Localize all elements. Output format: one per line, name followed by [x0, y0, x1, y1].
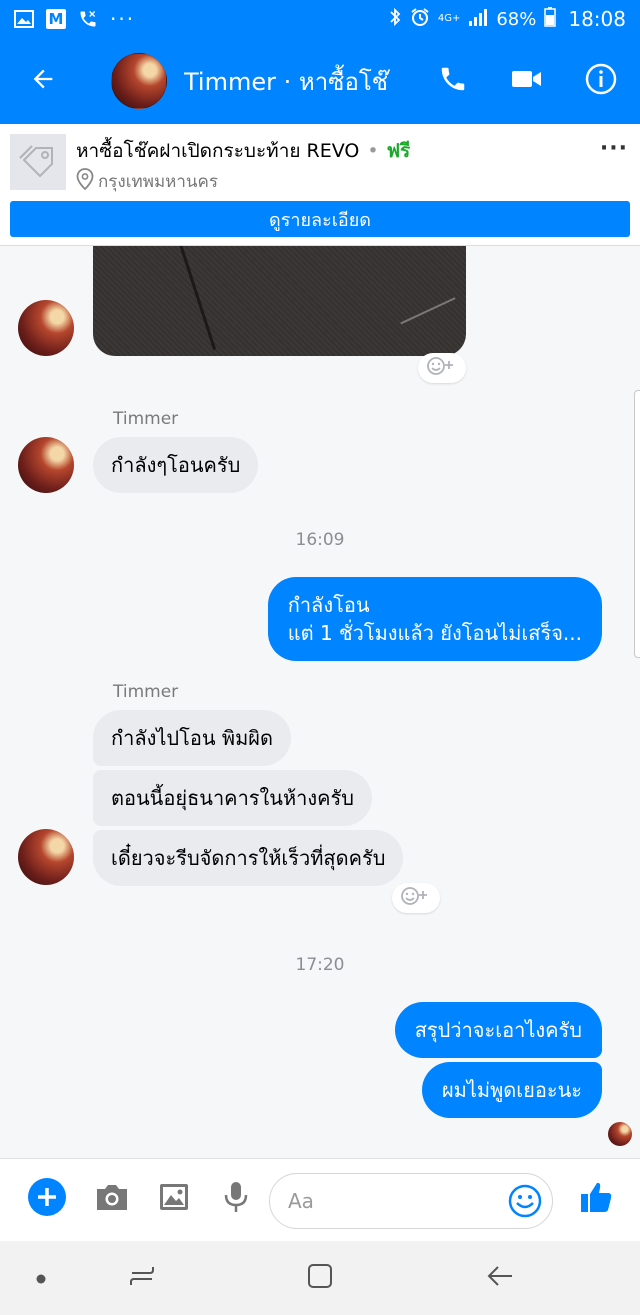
product-location: กรุงเทพมหานคร — [76, 168, 218, 195]
arrow-back-icon — [29, 65, 57, 97]
input-placeholder: Aa — [288, 1189, 314, 1213]
message-timestamp: 17:20 — [295, 955, 345, 975]
battery-icon — [544, 6, 557, 32]
signal-icon — [468, 8, 488, 31]
sender-name: Timmer — [113, 682, 179, 702]
message-composer: Aa — [0, 1158, 640, 1241]
conversation-title[interactable]: Timmer · หาซื้อโช๊ — [184, 62, 396, 101]
home-icon — [306, 1262, 334, 1294]
message-list[interactable]: Timmer กำลังๆโอนครับ 16:09 กำลังโอน แต่ … — [0, 246, 640, 1158]
gallery-button[interactable] — [154, 1179, 194, 1219]
more-actions-button[interactable] — [27, 1177, 67, 1221]
incoming-message[interactable]: ตอนนี้อยุ่ธนาคารในห้างครับ — [93, 770, 372, 826]
video-call-button[interactable] — [490, 38, 564, 124]
nav-dot-button[interactable] — [19, 1256, 63, 1300]
outgoing-message[interactable]: สรุปว่าจะเอาไงครับ — [394, 1002, 602, 1058]
voice-button[interactable] — [216, 1179, 256, 1219]
system-back-button[interactable] — [478, 1256, 522, 1300]
info-icon — [584, 62, 618, 100]
avatar[interactable] — [18, 437, 74, 493]
message-line: กำลังโอน — [287, 593, 370, 617]
video-camera-icon — [511, 67, 543, 95]
info-button[interactable] — [564, 38, 638, 124]
alarm-icon — [410, 7, 430, 32]
view-details-button[interactable]: ดูรายละเอียด — [10, 201, 630, 237]
gmail-icon: M — [46, 9, 66, 29]
incoming-message[interactable]: กำลังๆโอนครับ — [93, 437, 259, 493]
gallery-icon — [14, 10, 34, 28]
image-icon — [158, 1181, 190, 1217]
product-title[interactable]: หาซื้อโช๊คฝาเปิดกระบะท้าย REVO — [76, 136, 359, 166]
missed-call-icon — [78, 10, 98, 28]
bluetooth-icon — [388, 7, 402, 32]
incoming-message[interactable]: เดี๋ยวจะรีบจัดการให้เร็วที่สุดครับ — [93, 830, 404, 886]
recent-apps-button[interactable] — [120, 1256, 164, 1300]
plus-icon — [27, 1177, 67, 1221]
avatar[interactable] — [18, 300, 74, 356]
outgoing-message[interactable]: ผมไม่พูดเยอะนะ — [421, 1062, 602, 1118]
dot-icon — [36, 1269, 46, 1288]
price-tag-icon — [18, 142, 58, 182]
battery-percent: 68% — [496, 8, 537, 30]
scrollbar[interactable] — [634, 390, 640, 658]
thumbs-up-icon — [578, 1179, 614, 1219]
emoji-add-icon — [425, 355, 459, 381]
outgoing-message[interactable]: กำลังโอน แต่ 1 ชั่วโมงแล้ว ยังโอนไม่เสร็… — [267, 577, 602, 661]
avatar[interactable] — [111, 53, 167, 109]
back-arrow-icon — [486, 1264, 514, 1292]
marketplace-product-card: หาซื้อโช๊คฝาเปิดกระบะท้าย REVO • ฟรี กรุ… — [0, 124, 640, 246]
incoming-message[interactable]: กำลังไปโอน พิมผิด — [93, 710, 291, 766]
camera-icon — [94, 1181, 130, 1217]
product-info: หาซื้อโช๊คฝาเปิดกระบะท้าย REVO • ฟรี — [76, 136, 410, 166]
product-price: ฟรี — [386, 140, 411, 162]
camera-button[interactable] — [92, 1179, 132, 1219]
sender-name: Timmer — [113, 409, 179, 429]
call-button[interactable] — [416, 38, 490, 124]
network-type: 4G+ — [437, 13, 461, 24]
message-input[interactable]: Aa — [269, 1173, 553, 1229]
clock: 18:08 — [568, 7, 626, 31]
product-thumbnail[interactable] — [10, 134, 66, 190]
system-navigation-bar — [0, 1241, 640, 1315]
status-bar: M ··· 4G+ 68% 18:08 — [0, 0, 640, 38]
read-receipt-avatar — [608, 1122, 632, 1146]
microphone-icon — [223, 1180, 249, 1218]
phone-icon — [438, 64, 468, 98]
message-timestamp: 16:09 — [295, 530, 345, 550]
image-message[interactable] — [93, 246, 466, 356]
location-text: กรุงเทพมหานคร — [98, 172, 219, 192]
emoji-button[interactable] — [508, 1184, 542, 1223]
back-button[interactable] — [0, 38, 86, 124]
home-button[interactable] — [298, 1256, 342, 1300]
avatar[interactable] — [18, 829, 74, 885]
conversation-header: Timmer · หาซื้อโช๊ — [0, 38, 640, 124]
like-button[interactable] — [576, 1179, 616, 1219]
location-pin-icon — [76, 168, 94, 195]
add-reaction-button[interactable] — [418, 353, 466, 383]
separator: • — [367, 140, 379, 162]
recent-apps-icon — [128, 1264, 156, 1292]
emoji-add-icon — [399, 885, 433, 911]
more-options-button[interactable]: ··· — [600, 136, 628, 161]
more-notifications-icon: ··· — [110, 7, 136, 31]
message-line: แต่ 1 ชั่วโมงแล้ว ยังโอนไม่เสร็จ... — [287, 621, 582, 645]
add-reaction-button[interactable] — [392, 883, 440, 913]
